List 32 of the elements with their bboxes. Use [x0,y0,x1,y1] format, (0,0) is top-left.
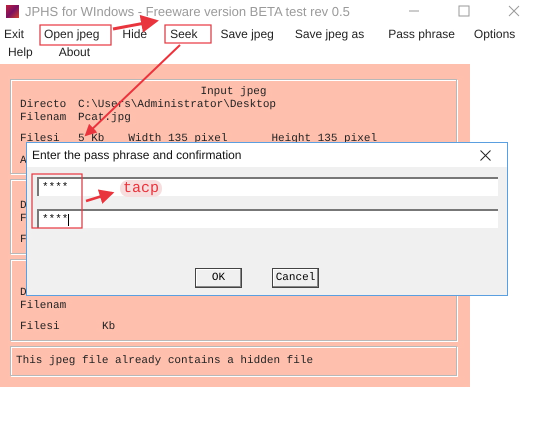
field-label: F [20,213,27,226]
ok-button[interactable]: OK [195,268,242,288]
password-field[interactable]: **** [37,209,498,228]
field-label: Filesi [20,133,60,146]
menu-item[interactable]: Seek [166,27,202,41]
menu-item[interactable]: Options [470,27,520,41]
menu-item[interactable]: Save jpeg as [290,27,368,41]
menu-item[interactable]: Open jpeg [40,27,104,41]
dialog-title: Enter the pass phrase and confirmation [32,148,242,162]
annotation-note: tacp [120,180,162,197]
field-label: Filenam [20,112,66,125]
menu-item[interactable]: Exit [0,27,28,41]
field-label: D [20,200,27,213]
menu-item[interactable]: Help [4,45,37,59]
status-message: This jpeg file already contains a hidden file [16,355,314,367]
field-value: Height 135 pixel [271,133,378,146]
window-title: JPHS for WIndows - Freeware version BETA test rev 0.5 [25,4,351,18]
field-label: Directo [20,99,66,112]
menu-item[interactable]: Pass phrase [384,27,459,41]
field-value: Kb [102,321,116,334]
menu-item[interactable]: Hide [118,27,152,41]
field-label: A [20,155,27,168]
panel-title: Input jpeg [199,86,268,99]
field-value: 5 Kb [78,133,104,146]
field-label: Filesi [20,321,60,334]
cancel-button[interactable]: Cancel [272,268,319,288]
menu-item[interactable]: About [54,45,94,59]
menu-item[interactable]: Save jpeg [216,27,278,41]
field-value: Width 135 pixel [128,133,228,146]
field-label: D [20,287,27,300]
field-label: F [20,234,27,247]
field-label: Filenam [20,300,66,313]
